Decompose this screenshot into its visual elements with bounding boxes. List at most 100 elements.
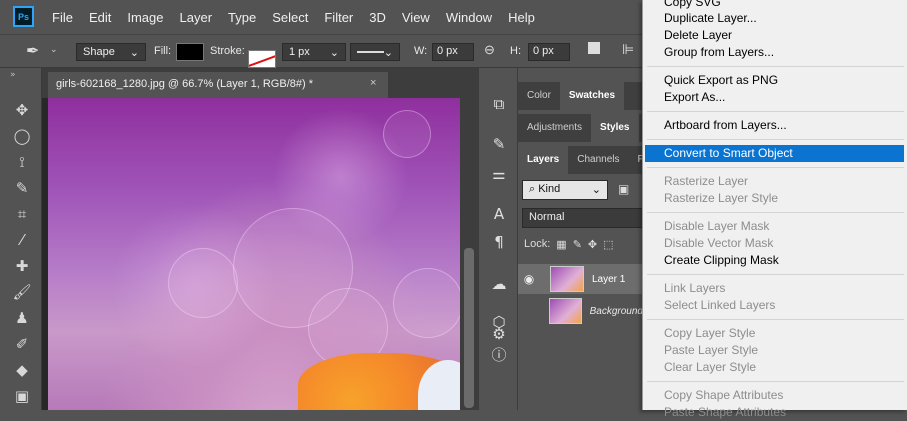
layer-thumbnail bbox=[550, 266, 584, 292]
menu-select[interactable]: Select bbox=[272, 10, 308, 25]
path-alignment-icon[interactable]: ⊫ bbox=[622, 41, 634, 58]
width-field[interactable]: 0 px bbox=[432, 43, 474, 61]
stroke-type-dropdown[interactable]: ⌄ bbox=[350, 43, 400, 61]
stroke-width-value: 1 px bbox=[289, 46, 310, 58]
fill-label: Fill: bbox=[154, 45, 172, 57]
stroke-label: Stroke: bbox=[210, 45, 245, 57]
shape-mode-dropdown[interactable]: Shape ⌄ bbox=[76, 43, 146, 61]
menu-layer[interactable]: Layer bbox=[180, 10, 213, 25]
menu-item-convert-to-smart-object[interactable]: Convert to Smart Object bbox=[645, 145, 904, 162]
tab-layers[interactable]: Layers bbox=[518, 146, 569, 174]
gradient-icon[interactable]: ▣ bbox=[11, 386, 33, 406]
menu-item-copy-layer-style: Copy Layer Style bbox=[664, 326, 756, 340]
info-icon[interactable]: ⓘ bbox=[488, 344, 510, 364]
character-icon[interactable]: A bbox=[488, 204, 510, 224]
creative-cloud-icon[interactable]: ☁ bbox=[488, 274, 510, 294]
canvas-area[interactable] bbox=[42, 98, 478, 410]
menu-list: File Edit Image Layer Type Select Filter… bbox=[52, 0, 551, 34]
menu-3d[interactable]: 3D bbox=[369, 10, 386, 25]
tab-channels[interactable]: Channels bbox=[568, 146, 628, 174]
eye-icon[interactable]: ◉ bbox=[518, 272, 540, 286]
chevron-down-icon: ⌄ bbox=[383, 46, 393, 59]
tab-adjustments[interactable]: Adjustments bbox=[518, 114, 591, 142]
image-filter-icon[interactable]: ▣ bbox=[618, 182, 629, 196]
menu-item-create-clipping-mask[interactable]: Create Clipping Mask bbox=[643, 252, 906, 269]
move-icon[interactable]: ✥ bbox=[11, 100, 33, 120]
document-tab[interactable]: girls-602168_1280.jpg @ 66.7% (Layer 1, … bbox=[48, 72, 388, 98]
collapse-icon[interactable]: » bbox=[10, 70, 16, 80]
menu-item-delete-layer[interactable]: Delete Layer bbox=[643, 27, 906, 44]
lock-transparent-icon[interactable]: ▦ bbox=[556, 238, 566, 251]
paragraph-icon[interactable]: ¶ bbox=[488, 232, 510, 252]
stroke-width-field[interactable]: 1 px ⌄ bbox=[282, 43, 346, 61]
document-tab-bar: girls-602168_1280.jpg @ 66.7% (Layer 1, … bbox=[42, 68, 478, 98]
menu-file[interactable]: File bbox=[52, 10, 73, 25]
options-bar: ✒ ⌄ Shape ⌄ Fill: Stroke: 1 px ⌄ ⌄ W: 0 … bbox=[0, 34, 660, 68]
menu-item-export-as[interactable]: Export As... bbox=[643, 89, 906, 106]
lock-position-icon[interactable]: ✥ bbox=[588, 238, 597, 251]
menu-type[interactable]: Type bbox=[228, 10, 256, 25]
eyedropper-icon[interactable]: ⁄ bbox=[11, 230, 33, 250]
eraser-icon[interactable]: ◆ bbox=[11, 360, 33, 380]
artboard-icon[interactable]: ⬚ bbox=[603, 238, 613, 251]
menu-item-select-linked-layers: Select Linked Layers bbox=[664, 298, 776, 312]
layer-name: Layer 1 bbox=[592, 273, 626, 285]
menu-separator bbox=[647, 111, 904, 112]
history-icon[interactable]: ⧉ bbox=[488, 94, 510, 114]
menu-item-rasterize-layer-style: Rasterize Layer Style bbox=[664, 191, 779, 205]
menu-item-quick-export-png[interactable]: Quick Export as PNG bbox=[643, 72, 906, 89]
menu-item-group-from-layers[interactable]: Group from Layers... bbox=[643, 44, 906, 61]
brush-icon[interactable]: 🖌 bbox=[11, 282, 33, 302]
stroke-line-preview bbox=[357, 51, 384, 53]
layer-row[interactable]: ◉ Layer 1 bbox=[518, 264, 643, 294]
visibility-toggle-icon[interactable]: □ bbox=[518, 304, 539, 318]
lasso-icon[interactable]: ⟟ bbox=[11, 152, 33, 172]
pen-icon[interactable]: ✒ bbox=[26, 41, 39, 61]
close-icon[interactable]: × bbox=[370, 77, 376, 89]
path-operations-icon[interactable] bbox=[588, 42, 600, 54]
crop-icon[interactable]: ⌗ bbox=[11, 204, 33, 224]
menu-separator bbox=[647, 139, 904, 140]
tab-swatches[interactable]: Swatches bbox=[559, 82, 625, 110]
tool-preset-chevron-icon[interactable]: ⌄ bbox=[50, 44, 58, 55]
properties-icon[interactable]: ⚙ bbox=[488, 324, 510, 344]
vertical-scrollbar[interactable] bbox=[460, 98, 478, 410]
menu-view[interactable]: View bbox=[402, 10, 430, 25]
menu-item-paste-layer-style: Paste Layer Style bbox=[664, 343, 759, 357]
layer-row[interactable]: □ Background bbox=[518, 296, 643, 326]
fill-color-swatch[interactable] bbox=[176, 43, 204, 61]
chevron-down-icon: ⌄ bbox=[129, 46, 139, 59]
stroke-color-swatch[interactable] bbox=[248, 50, 276, 68]
menu-item-duplicate-layer[interactable]: Duplicate Layer... bbox=[643, 10, 906, 27]
bokeh-circle bbox=[168, 248, 238, 318]
quick-select-icon[interactable]: ✎ bbox=[11, 178, 33, 198]
history-brush-icon[interactable]: ✐ bbox=[11, 334, 33, 354]
menu-filter[interactable]: Filter bbox=[324, 10, 353, 25]
chevron-down-icon: ⌄ bbox=[591, 184, 601, 196]
menu-edit[interactable]: Edit bbox=[89, 10, 111, 25]
menu-item-rasterize-layer: Rasterize Layer bbox=[664, 174, 749, 188]
lock-paint-icon[interactable]: ✎ bbox=[573, 238, 582, 251]
brush-settings-icon[interactable]: ✎ bbox=[488, 134, 510, 154]
photoshop-logo[interactable]: Ps bbox=[13, 6, 34, 27]
menu-help[interactable]: Help bbox=[508, 10, 535, 25]
blend-mode-dropdown[interactable]: Normal bbox=[522, 208, 643, 228]
tab-styles[interactable]: Styles bbox=[591, 114, 639, 142]
tab-color[interactable]: Color bbox=[518, 82, 560, 110]
link-icon[interactable]: ⊖ bbox=[484, 42, 495, 58]
menu-item-artboard-from-layers[interactable]: Artboard from Layers... bbox=[643, 117, 906, 134]
layer-filter-value: Kind bbox=[538, 183, 561, 195]
shape-mode-value: Shape bbox=[83, 46, 115, 58]
stamp-icon[interactable]: ♟ bbox=[11, 308, 33, 328]
healing-brush-icon[interactable]: ✚ bbox=[11, 256, 33, 276]
lock-row: Lock: ▦ ✎ ✥ ⬚ bbox=[524, 238, 614, 251]
scrollbar-thumb[interactable] bbox=[464, 248, 474, 408]
menu-window[interactable]: Window bbox=[446, 10, 492, 25]
chevron-down-icon: ⌄ bbox=[329, 46, 339, 59]
layer-filter-dropdown[interactable]: ⌕ Kind ⌄ bbox=[522, 180, 608, 200]
height-field[interactable]: 0 px bbox=[528, 43, 570, 61]
document-image[interactable] bbox=[48, 98, 466, 410]
menu-image[interactable]: Image bbox=[127, 10, 163, 25]
ellipse-marquee-icon[interactable]: ◯ bbox=[11, 126, 33, 146]
adjust-sliders-icon[interactable]: ⚌ bbox=[488, 164, 510, 184]
